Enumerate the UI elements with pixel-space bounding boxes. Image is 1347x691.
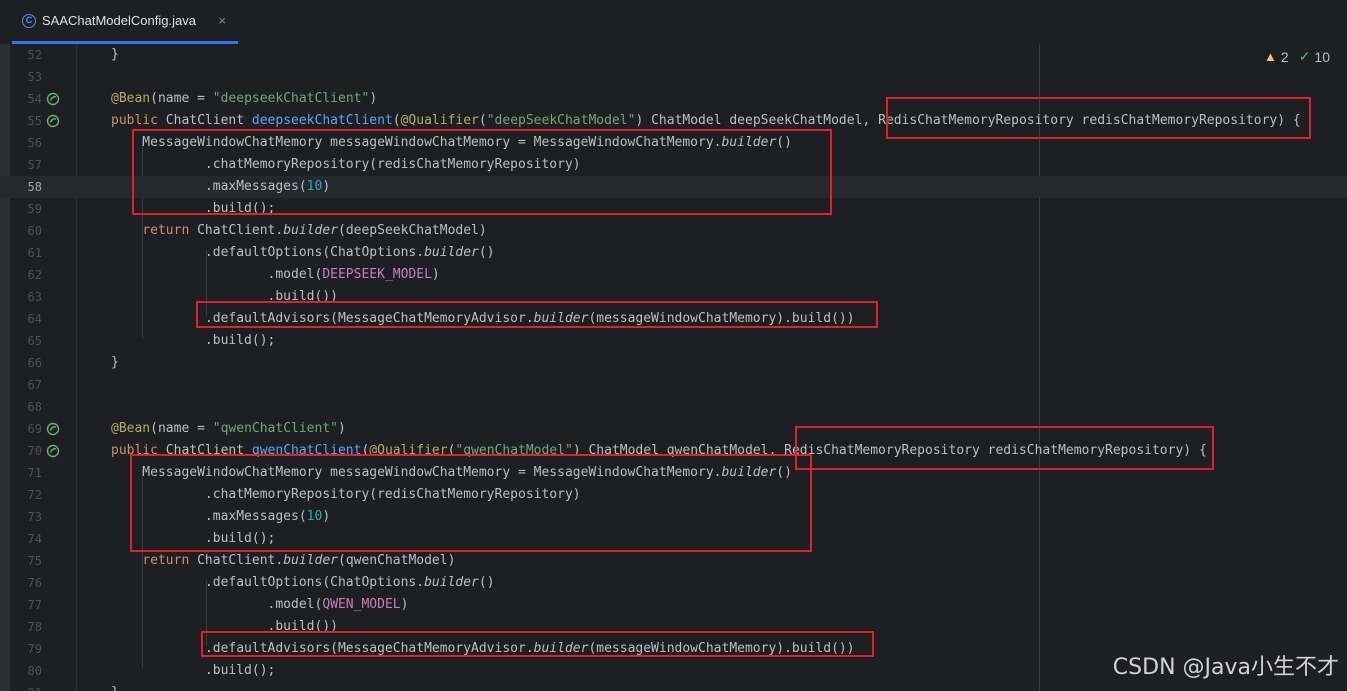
code-line[interactable]: 68 xyxy=(0,396,1347,418)
line-number: 73 xyxy=(27,510,42,524)
bean-icon[interactable] xyxy=(46,444,60,458)
code-text: @Bean(name = "deepseekChatClient") xyxy=(111,91,378,106)
editor-tab-bar: C SAAChatModelConfig.java × xyxy=(0,0,1347,45)
line-number: 63 xyxy=(27,290,42,304)
code-text: .model(DEEPSEEK_MODEL) xyxy=(111,267,440,282)
bean-icon[interactable] xyxy=(46,422,60,436)
code-text: return ChatClient.builder(qwenChatModel) xyxy=(142,553,456,568)
line-number: 56 xyxy=(27,136,42,150)
code-line[interactable]: 77 .model(QWEN_MODEL) xyxy=(0,594,1347,616)
line-number: 76 xyxy=(27,576,42,590)
code-line[interactable]: 61 .defaultOptions(ChatOptions.builder() xyxy=(0,242,1347,264)
highlight-box-advisors-2 xyxy=(201,631,874,657)
code-line[interactable]: 67 xyxy=(0,374,1347,396)
watermark: CSDN @Java小生不才 xyxy=(1112,655,1339,680)
line-number: 77 xyxy=(27,598,42,612)
code-text: return ChatClient.builder(deepSeekChatMo… xyxy=(142,223,487,238)
code-text: .model(QWEN_MODEL) xyxy=(111,597,409,612)
code-line[interactable]: 53 xyxy=(0,66,1347,88)
line-number: 52 xyxy=(27,48,42,62)
highlight-box-chat-memory-2 xyxy=(130,454,812,552)
code-line[interactable]: 81} xyxy=(0,682,1347,691)
code-line[interactable]: 60 return ChatClient.builder(deepSeekCha… xyxy=(0,220,1347,242)
line-number: 79 xyxy=(27,642,42,656)
file-tab-label: SAAChatModelConfig.java xyxy=(42,13,196,28)
code-line[interactable]: 66} xyxy=(0,352,1347,374)
code-text: .defaultOptions(ChatOptions.builder() xyxy=(111,245,495,260)
code-text: @Bean(name = "qwenChatClient") xyxy=(111,421,346,436)
line-number: 70 xyxy=(27,444,42,458)
highlight-box-chat-memory-1 xyxy=(132,129,832,215)
line-number: 55 xyxy=(27,114,42,128)
line-number: 57 xyxy=(27,158,42,172)
highlight-box-repository-param-2 xyxy=(795,426,1214,470)
code-line[interactable]: 62 .model(DEEPSEEK_MODEL) xyxy=(0,264,1347,286)
line-number: 69 xyxy=(27,422,42,436)
line-number: 58 xyxy=(27,180,42,194)
code-text: } xyxy=(111,47,119,62)
code-line[interactable]: 65 .build(); xyxy=(0,330,1347,352)
line-number: 68 xyxy=(27,400,42,414)
line-number: 71 xyxy=(27,466,42,480)
line-number: 54 xyxy=(27,92,42,106)
line-number: 53 xyxy=(27,70,42,84)
line-number: 78 xyxy=(27,620,42,634)
line-number: 67 xyxy=(27,378,42,392)
java-class-icon: C xyxy=(22,13,36,28)
bean-icon[interactable] xyxy=(46,92,60,106)
line-number: 59 xyxy=(27,202,42,216)
code-editor[interactable]: ▲ 2 ✓ 10 52} 53 54 @Bean(name = "deepseekCh… xyxy=(0,44,1347,691)
code-line[interactable]: 52} xyxy=(0,44,1347,66)
highlight-box-advisors-1 xyxy=(196,301,878,328)
line-number: 75 xyxy=(27,554,42,568)
code-text: } xyxy=(111,682,119,691)
bean-icon[interactable] xyxy=(46,114,60,128)
code-line[interactable]: 76 .defaultOptions(ChatOptions.builder() xyxy=(0,572,1347,594)
code-line[interactable]: 75 return ChatClient.builder(qwenChatMod… xyxy=(0,550,1347,572)
code-text: .build(); xyxy=(111,333,276,348)
line-number: 66 xyxy=(27,356,42,370)
line-number: 65 xyxy=(27,334,42,348)
line-number: 60 xyxy=(27,224,42,238)
code-text: .build(); xyxy=(111,663,276,678)
line-number: 72 xyxy=(27,488,42,502)
highlight-box-repository-param-1 xyxy=(886,97,1311,139)
line-number: 64 xyxy=(27,312,42,326)
code-text: .defaultOptions(ChatOptions.builder() xyxy=(111,575,495,590)
line-number: 80 xyxy=(27,664,42,678)
file-tab[interactable]: C SAAChatModelConfig.java × xyxy=(12,0,238,44)
line-number: 81 xyxy=(14,682,42,691)
close-icon[interactable]: × xyxy=(218,13,226,28)
line-number: 62 xyxy=(27,268,42,282)
code-text: } xyxy=(111,355,119,370)
line-number: 61 xyxy=(27,246,42,260)
line-number: 74 xyxy=(27,532,42,546)
